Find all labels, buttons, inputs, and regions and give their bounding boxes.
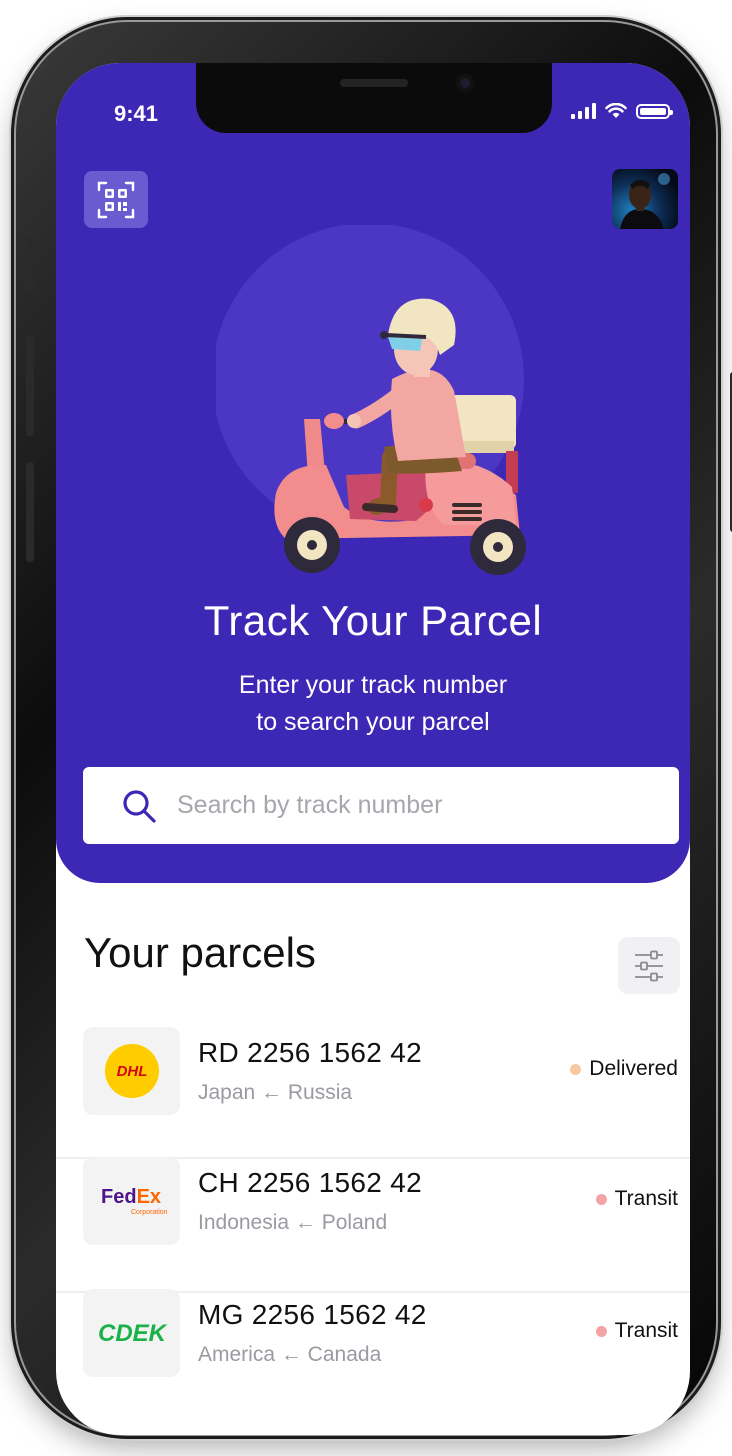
user-photo [620, 173, 670, 229]
track-number: CH 2256 1562 42 [198, 1167, 423, 1198]
svg-text:Corporation: Corporation [131, 1209, 168, 1216]
status-dot [595, 1193, 607, 1205]
wifi-icon [605, 103, 627, 118]
track-number: RD 2256 1562 42 [198, 1037, 423, 1068]
fedex-logo: FedEx Corporation [101, 1186, 168, 1216]
volume-up-button [26, 336, 34, 436]
status-time: 9:41 [114, 101, 159, 126]
filter-sliders-icon [635, 950, 663, 981]
parcel-row[interactable]: CDEK MG 2256 1562 42 America ← Canada Tr… [56, 1289, 690, 1419]
qr-scan-icon [97, 181, 135, 218]
scooter-courier-illustration [216, 225, 526, 575]
parcel-row[interactable]: FedEx Corporation CH 2256 1562 42 Indone… [56, 1157, 690, 1293]
parcel-row[interactable]: DHL RD 2256 1562 42 Japan ← Russia Deliv… [56, 1027, 690, 1159]
phone-frame: 9:41 Track Your Parcel Enter your track … [16, 22, 732, 1435]
carrier-logo-cdek: CDEK [83, 1289, 180, 1377]
volume-down-button [26, 462, 34, 562]
battery-icon [636, 104, 673, 119]
parcel-route: Japan ← Russia [198, 1081, 353, 1104]
mute-switch [26, 236, 34, 292]
header-panel: 9:41 Track Your Parcel Enter your track … [56, 63, 690, 883]
status-dot [595, 1325, 607, 1337]
status-icons [571, 103, 673, 119]
search-bar[interactable] [83, 767, 679, 844]
filter-button[interactable] [618, 937, 680, 994]
hero-subtitle: Enter your track number to search your p… [56, 667, 690, 741]
signal-icon [571, 103, 596, 119]
carrier-logo-dhl: DHL [83, 1027, 180, 1115]
carrier-logo-fedex: FedEx Corporation [83, 1157, 180, 1245]
search-icon [123, 789, 156, 823]
parcel-route: America ← Canada [198, 1343, 382, 1366]
parcel-route: Indonesia ← Poland [198, 1211, 388, 1234]
status-badge: Transit [595, 1319, 678, 1343]
status-badge: Delivered [570, 1057, 678, 1081]
hero-subtitle-line: to search your parcel [256, 708, 490, 736]
track-number: MG 2256 1562 42 [198, 1299, 427, 1330]
svg-text:FedEx: FedEx [101, 1186, 161, 1208]
dhl-logo: DHL [104, 1044, 159, 1098]
cdek-logo: CDEK [97, 1320, 167, 1347]
status-badge: Transit [595, 1187, 678, 1211]
hero-subtitle-line: Enter your track number [238, 671, 508, 699]
qr-scan-button[interactable] [84, 171, 148, 228]
search-input[interactable] [175, 774, 679, 837]
status-label: Transit [614, 1319, 678, 1342]
notch [196, 63, 552, 133]
hero-title: Track Your Parcel [203, 597, 543, 644]
avatar[interactable] [612, 169, 678, 229]
status-label: Transit [614, 1187, 678, 1210]
status-dot [570, 1063, 582, 1075]
front-camera [456, 74, 474, 92]
svg-text:DHL: DHL [116, 1063, 147, 1080]
section-title: Your parcels [84, 929, 316, 976]
status-label: Delivered [589, 1057, 678, 1080]
app-screen: 9:41 Track Your Parcel Enter your track … [56, 63, 690, 1435]
svg-text:CDEK: CDEK [97, 1320, 167, 1347]
